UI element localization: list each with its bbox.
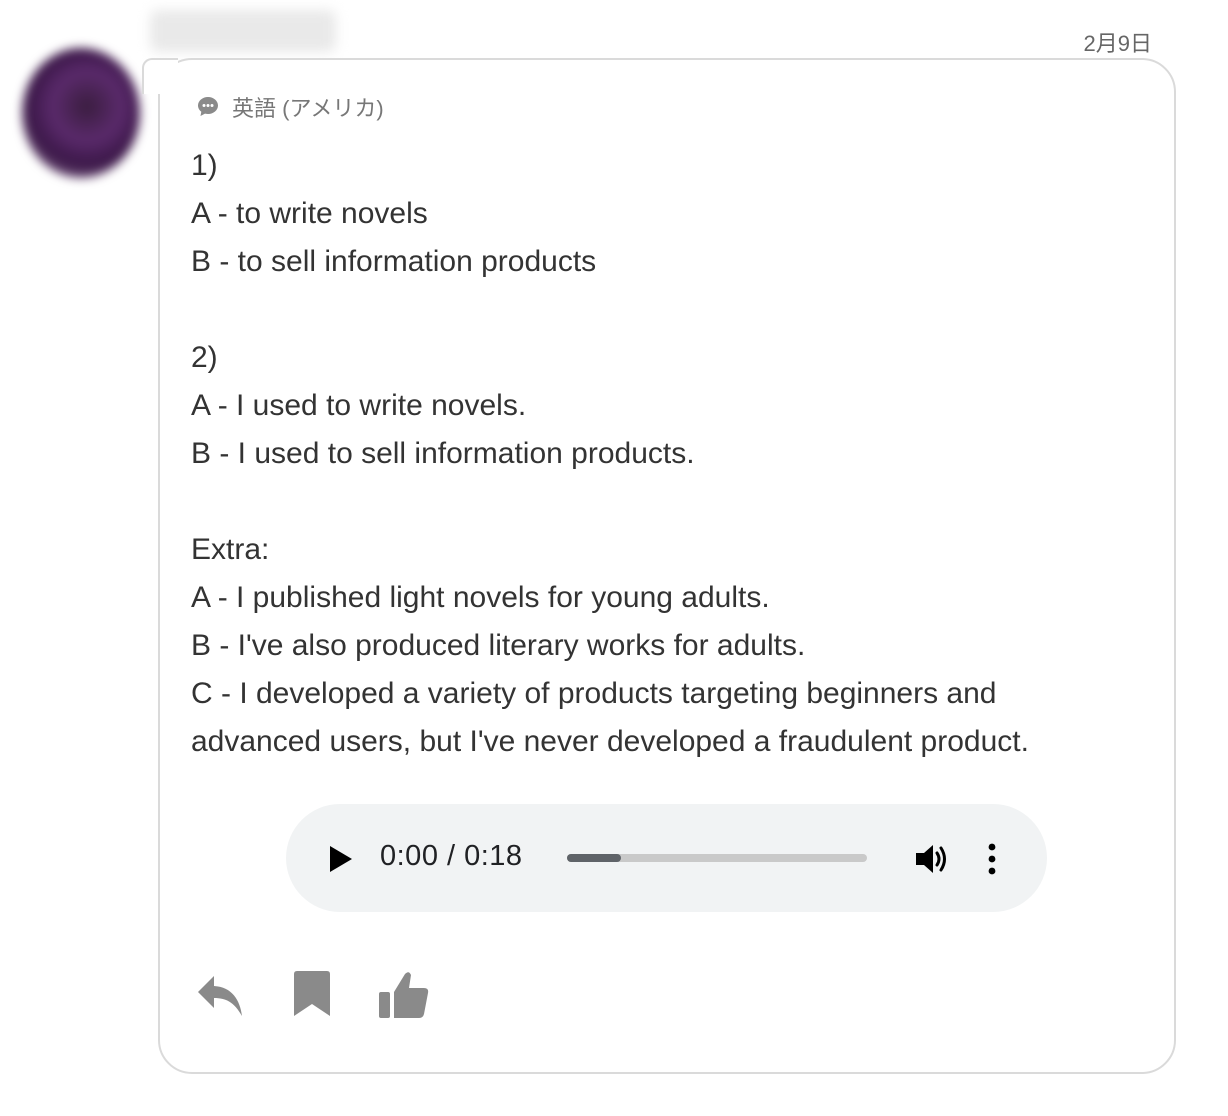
audio-time: 0:00 / 0:18 [380,840,523,872]
bookmark-icon[interactable] [292,970,332,1018]
audio-progress [567,854,621,862]
audio-player: 0:00 / 0:18 [286,804,1047,912]
bubble-tail [142,58,178,94]
answer-line: B - I used to sell information products. [191,437,695,470]
speech-bubble-icon [198,97,218,116]
language-label: 英語 (アメリカ) [232,96,384,121]
answer-line: B - to sell information products [191,245,597,278]
reply-icon[interactable] [196,970,244,1018]
volume-icon[interactable] [914,842,950,876]
message-date: 2月9日 [1083,31,1152,56]
answer-line: advanced users, but I've never developed… [191,725,1029,758]
section-heading: 1) [191,149,218,182]
answer-line: A - I published light novels for young a… [191,581,770,614]
message-body: 1) A - to write novels B - to sell infor… [191,142,1151,766]
language-indicator: 英語 (アメリカ) [196,92,384,122]
answer-line: B - I've also produced literary works fo… [191,629,806,662]
answer-line: C - I developed a variety of products ta… [191,677,997,710]
avatar[interactable] [22,48,140,178]
more-options-icon[interactable] [986,842,998,876]
thumbs-up-icon[interactable] [378,970,430,1022]
play-icon[interactable] [328,845,354,873]
answer-line: A - to write novels [191,197,428,230]
answer-line: A - I used to write novels. [191,389,527,422]
audio-seek-bar[interactable] [567,854,867,862]
section-heading: Extra: [191,533,270,566]
username-redacted [150,10,336,52]
section-heading: 2) [191,341,218,374]
